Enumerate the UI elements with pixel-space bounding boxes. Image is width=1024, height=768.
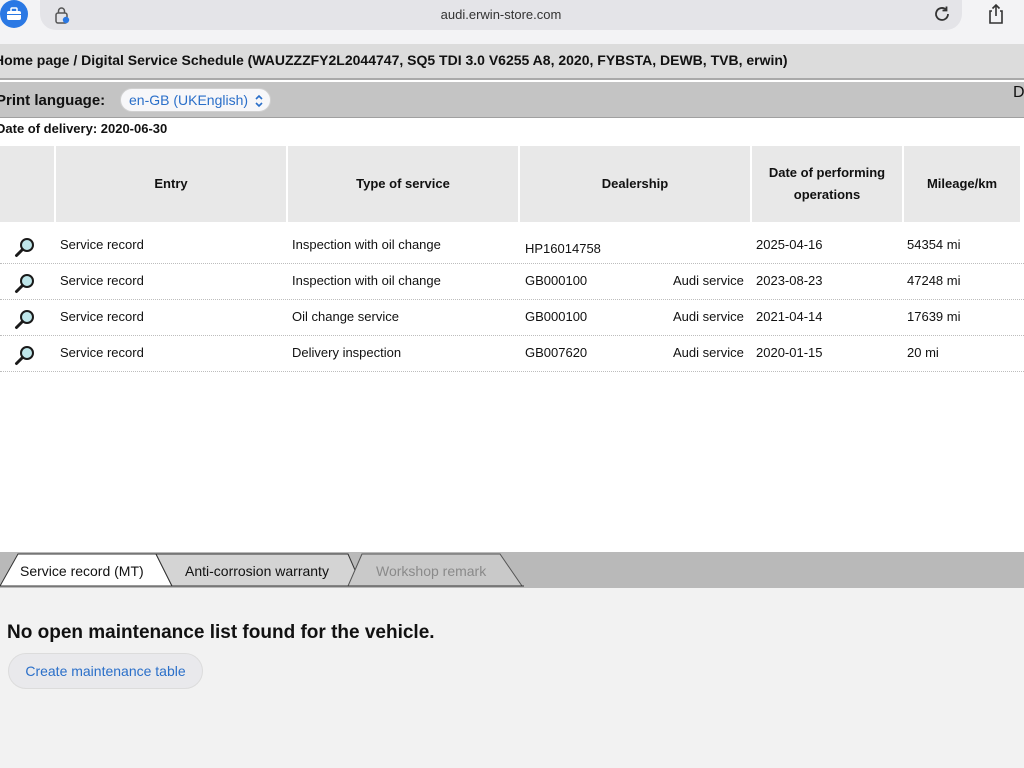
create-maintenance-table-button[interactable]: Create maintenance table	[8, 653, 203, 689]
delivery-date: Date of delivery: 2020-06-30	[0, 121, 168, 136]
tab-workshop-remark[interactable]: Workshop remark	[376, 554, 486, 586]
browser-toolbar: audi.erwin-store.com	[0, 0, 1024, 44]
tab-service-record[interactable]: Service record (MT)	[20, 554, 144, 586]
cell-date: 2025-04-16	[756, 237, 823, 252]
cell-mileage: 17639 mi	[907, 309, 961, 324]
cell-mileage: 47248 mi	[907, 273, 961, 288]
print-language-select[interactable]: en-GB (UKEnglish)	[120, 88, 271, 112]
cell-dealer-name: Audi service	[673, 345, 744, 360]
cell-date: 2023-08-23	[756, 273, 823, 288]
share-icon[interactable]	[986, 3, 1006, 25]
header-date: Date of performing operations	[752, 146, 904, 222]
cell-entry: Service record	[60, 345, 144, 360]
cell-dealer-name: Audi service	[673, 273, 744, 288]
cell-type: Delivery inspection	[292, 345, 402, 360]
header-icon-column	[0, 146, 56, 222]
magnifier-icon[interactable]	[14, 308, 36, 330]
cell-date: 2021-04-14	[756, 309, 823, 324]
briefcase-icon	[7, 7, 21, 20]
cell-date: 2020-01-15	[756, 345, 823, 360]
tab-strip: Service record (MT) Anti-corrosion warra…	[0, 552, 1024, 588]
cell-type: Inspection with oil change	[292, 237, 441, 252]
table-header: Entry Type of service Dealership Date of…	[0, 146, 1024, 222]
cell-dealer-code: GB007620	[525, 345, 588, 360]
cell-mileage: 20 mi	[907, 345, 939, 360]
print-language-bar: Print language: en-GB (UKEnglish) D	[0, 82, 1024, 118]
truncated-label: D	[1013, 84, 1024, 101]
cell-entry: Service record	[60, 237, 144, 252]
tab-group-button[interactable]	[0, 0, 28, 28]
cell-dealer-name: Audi service	[673, 309, 744, 324]
no-maintenance-message: No open maintenance list found for the v…	[7, 622, 435, 643]
header-dealership: Dealership	[520, 146, 752, 222]
cell-type: Inspection with oil change	[292, 273, 441, 288]
header-type-of-service: Type of service	[288, 146, 520, 222]
print-language-value: en-GB (UKEnglish)	[129, 92, 249, 108]
header-entry: Entry	[56, 146, 288, 222]
magnifier-icon[interactable]	[14, 272, 36, 294]
table-row[interactable]: Service record Inspection with oil chang…	[0, 228, 1024, 264]
table-row[interactable]: Service record Inspection with oil chang…	[0, 264, 1024, 300]
table-row[interactable]: Service record Oil change service GB0001…	[0, 300, 1024, 336]
url-text: audi.erwin-store.com	[440, 7, 562, 22]
cell-dealer-code: GB000100	[525, 309, 588, 324]
cell-entry: Service record	[60, 309, 144, 324]
maintenance-panel: No open maintenance list found for the v…	[0, 588, 1024, 768]
header-mileage: Mileage/km	[904, 146, 1022, 222]
magnifier-icon[interactable]	[14, 236, 36, 258]
address-bar[interactable]: audi.erwin-store.com	[40, 0, 962, 30]
breadcrumb: Home page / Digital Service Schedule (WA…	[0, 44, 1024, 80]
print-language-label: Print language:	[0, 92, 106, 109]
cell-entry: Service record	[60, 273, 144, 288]
chevron-updown-icon	[255, 94, 263, 108]
cell-type: Oil change service	[292, 309, 399, 324]
cell-mileage: 54354 mi	[907, 237, 961, 252]
reload-icon[interactable]	[932, 4, 952, 24]
tab-anti-corrosion-warranty[interactable]: Anti-corrosion warranty	[185, 554, 329, 586]
table-row[interactable]: Service record Delivery inspection GB007…	[0, 336, 1024, 372]
magnifier-icon[interactable]	[14, 344, 36, 366]
cell-dealer-code: HP16014758	[525, 241, 601, 256]
breadcrumb-text[interactable]: Home page / Digital Service Schedule (WA…	[0, 52, 788, 68]
cell-dealer-code: GB000100	[525, 273, 588, 288]
